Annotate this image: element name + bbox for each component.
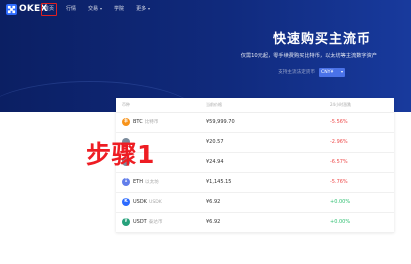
usdt-icon: ₮ (122, 218, 130, 226)
nav-item-label: 交易 (88, 6, 99, 12)
table-row[interactable]: ₿ BTC 比特币 ¥59,999.70 -5.56% (116, 113, 394, 133)
currency-select[interactable]: CNY¥ (319, 67, 345, 77)
nav-item-home[interactable]: 首页 (41, 2, 58, 16)
step-annotation: 步骤1 (86, 140, 155, 169)
eth-icon: Ξ (122, 178, 130, 186)
coin-symbol: USDK USDK (133, 199, 162, 205)
price-change: -6.57% (330, 159, 348, 165)
coin-price: ¥6.92 (206, 219, 221, 225)
hero-title: 快速购买主流币 (272, 32, 371, 47)
main-nav: 首页 行情 交易 学院 更多 (41, 2, 158, 16)
price-change: -5.56% (330, 119, 348, 125)
table-header: 币种 当前价格 24小时涨跌 (116, 98, 394, 113)
table-row[interactable]: ¥20.57 -2.96% (116, 133, 394, 153)
coin-name: 比特币 (144, 120, 159, 125)
coin-price: ¥24.94 (206, 159, 224, 165)
coin-price: ¥20.57 (206, 139, 224, 145)
nav-item-more[interactable]: 更多 (132, 4, 154, 14)
nav-item-label: 更多 (136, 6, 147, 12)
coin-name: 以太坊 (144, 180, 159, 185)
coin-price: ¥6.92 (206, 199, 221, 205)
chevron-down-icon (341, 71, 343, 73)
currency-value: CNY¥ (321, 69, 334, 75)
okex-logo-icon (6, 3, 17, 15)
price-change: +0.00% (330, 219, 351, 225)
price-change: -5.76% (330, 179, 348, 185)
coin-symbol: BTC 比特币 (133, 119, 159, 125)
chevron-down-icon (148, 8, 151, 10)
coin-name: USDK (148, 200, 162, 205)
price-change: +0.00% (330, 199, 351, 205)
coin-price: ¥1,145.15 (206, 179, 232, 185)
column-header-coin: 币种 (122, 102, 130, 107)
nav-item-label: 行情 (66, 6, 77, 12)
price-change: -2.96% (330, 139, 348, 145)
coin-symbol: ETH 以太坊 (133, 179, 159, 185)
btc-icon: ₿ (122, 118, 130, 126)
nav-item-label: 学院 (114, 6, 125, 12)
currency-label: 支持主流法定货币 (278, 70, 315, 75)
column-header-change: 24小时涨跌 (330, 102, 352, 107)
coin-price: ¥59,999.70 (206, 119, 235, 125)
coin-name: 泰达币 (148, 220, 163, 225)
column-header-price: 当前价格 (206, 102, 222, 107)
usdk-icon: K (122, 198, 130, 206)
table-row[interactable]: ₮ USDT 泰达币 ¥6.92 +0.00% (116, 213, 394, 233)
hero-subtitle: 仅需10元起，零手续费购买比特币，以太坊等主流数字资产 (240, 53, 377, 59)
chevron-down-icon (100, 8, 103, 10)
nav-item-academy[interactable]: 学院 (110, 4, 128, 14)
table-row[interactable]: Ξ ETH 以太坊 ¥1,145.15 -5.76% (116, 173, 394, 193)
nav-item-markets[interactable]: 行情 (62, 4, 80, 14)
hero-banner: OKEX 首页 行情 交易 学院 更多 快速购买主流币 仅需10元起，零手续费购… (0, 0, 411, 112)
currency-selector-group: 支持主流法定货币 CNY¥ (278, 67, 345, 77)
nav-item-label: 首页 (44, 6, 55, 12)
top-navigation-bar: OKEX 首页 行情 交易 学院 更多 (0, 0, 411, 18)
nav-item-trade[interactable]: 交易 (84, 4, 106, 14)
table-row[interactable]: ¥24.94 -6.57% (116, 153, 394, 173)
coin-symbol: USDT 泰达币 (133, 219, 163, 225)
market-price-table: 币种 当前价格 24小时涨跌 ₿ BTC 比特币 ¥59,999.70 -5.56… (116, 98, 394, 233)
table-row[interactable]: K USDK USDK ¥6.92 +0.00% (116, 193, 394, 213)
